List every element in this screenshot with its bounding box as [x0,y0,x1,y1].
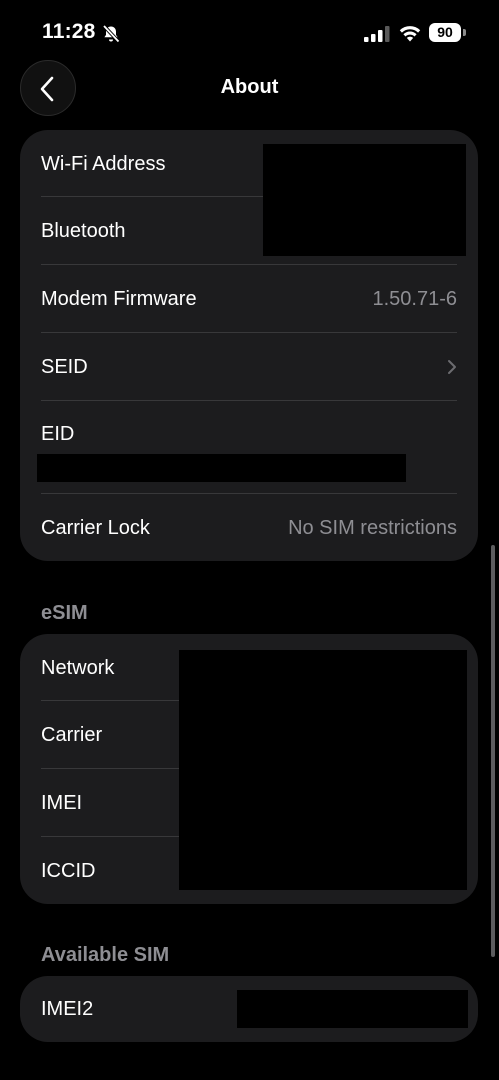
status-time: 11:28 [42,20,96,43]
battery-cap [463,29,466,36]
row-label: Modem Firmware [41,288,197,310]
row-value: 1.50.71-6 [372,288,457,310]
row-label: Wi-Fi Address [41,153,166,175]
section-header-esim: eSIM [41,602,88,624]
chevron-right-icon [448,360,456,374]
row-value: No SIM restrictions [288,517,457,539]
list-row-carrier-lock: Carrier Lock No SIM restrictions [20,494,478,561]
wifi-icon [399,26,421,42]
row-label: ICCID [41,860,96,882]
battery-level: 90 [429,23,461,42]
row-label: IMEI [41,792,83,814]
page-title: About [220,76,279,98]
bell-slash-icon [102,24,120,43]
row-label: Carrier Lock [41,517,150,539]
list-row-seid[interactable]: SEID [20,333,478,401]
battery-icon: 90 [429,23,467,43]
row-label: SEID [41,356,88,378]
list-row-modem-firmware: Modem Firmware 1.50.71-6 [20,265,478,333]
redacted-block [263,144,466,256]
row-label: Network [41,657,115,679]
cellular-signal-icon [364,26,390,42]
row-label: Carrier [41,724,103,746]
status-bar: 11:28 90 [0,0,499,66]
section-header-available-sim: Available SIM [41,944,170,966]
redacted-block [237,990,468,1028]
redacted-block [37,454,406,482]
redacted-block [179,650,467,890]
row-label: Bluetooth [41,220,126,242]
scroll-indicator[interactable] [491,545,495,957]
row-label: IMEI2 [41,998,94,1020]
navigation-bar: About [0,60,499,120]
